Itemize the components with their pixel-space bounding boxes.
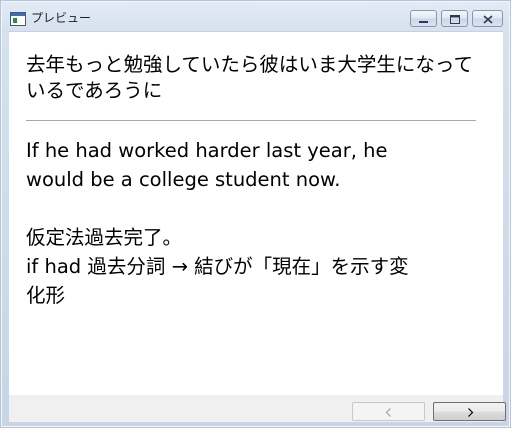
answer-line: would be a college student now. — [26, 168, 341, 191]
title-bar[interactable]: プレビュー — [1, 1, 510, 31]
question-answer-divider — [26, 120, 476, 121]
navigation-bar — [9, 395, 503, 422]
minimize-button[interactable] — [410, 10, 437, 27]
app-window-icon — [10, 11, 26, 26]
card-answer: If he had worked harder last year, he wo… — [26, 136, 491, 310]
chevron-right-icon — [466, 402, 474, 421]
close-button[interactable] — [472, 10, 503, 27]
answer-line: if had 過去分詞 → 結びが「現在」を示す変 — [26, 255, 409, 278]
card-content: 去年もっと勉強していたら彼はいま大学生になっているであろうに If he had… — [9, 31, 503, 395]
maximize-icon — [449, 9, 460, 28]
card-question: 去年もっと勉強していたら彼はいま大学生になっているであろうに — [26, 53, 473, 102]
answer-line: If he had worked harder last year, he — [26, 139, 388, 162]
close-icon — [482, 9, 493, 28]
window-title: プレビュー — [31, 11, 92, 25]
chevron-left-icon — [385, 402, 393, 421]
answer-line: 化形 — [26, 284, 66, 307]
preview-window: プレビュー 去年もっと勉強していたら彼はいま大学生になっているであろうに If … — [0, 0, 511, 428]
answer-line: 仮定法過去完了。 — [26, 226, 183, 249]
previous-button[interactable] — [352, 402, 425, 421]
next-button[interactable] — [433, 402, 506, 421]
maximize-button[interactable] — [441, 10, 468, 27]
answer-blank-line — [26, 194, 491, 223]
minimize-icon — [419, 9, 428, 28]
